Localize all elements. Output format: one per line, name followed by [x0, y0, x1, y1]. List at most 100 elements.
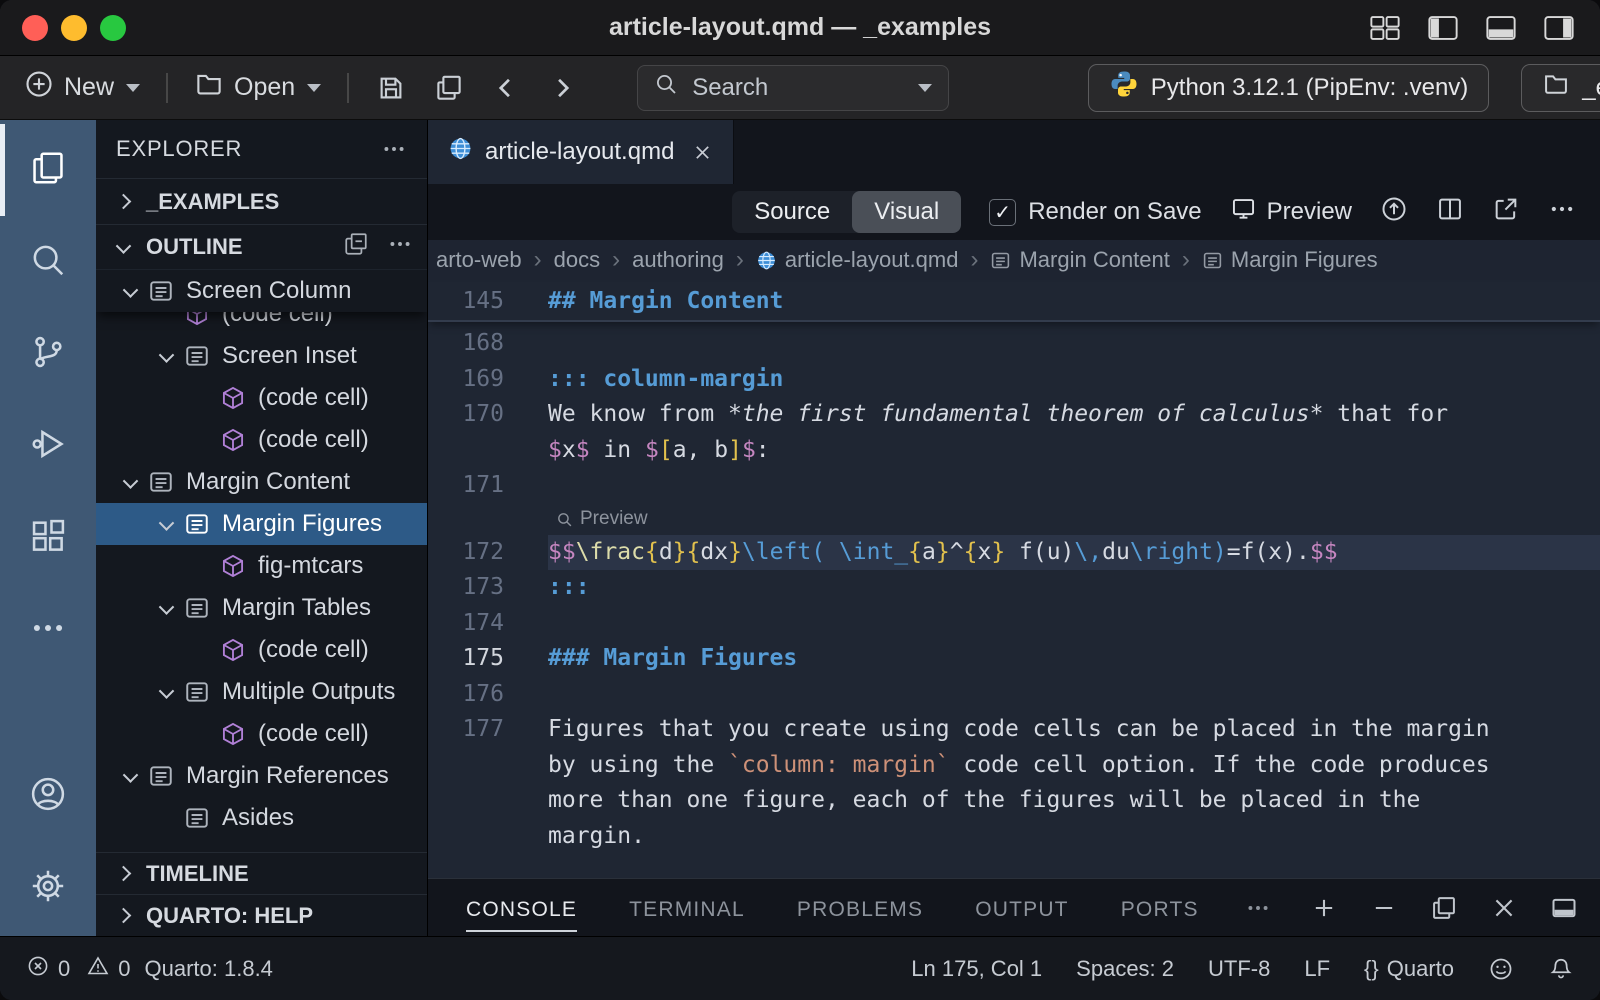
- quarto-version-status[interactable]: Quarto: 1.8.4: [145, 956, 273, 982]
- activity-extensions[interactable]: [0, 492, 96, 584]
- minimize-panel-icon[interactable]: [1370, 894, 1398, 922]
- breadcrumb-item-docs[interactable]: docs: [554, 247, 600, 273]
- feedback-smiley-icon[interactable]: [1488, 956, 1514, 982]
- chevron-down-icon[interactable]: [148, 603, 184, 614]
- section-timeline[interactable]: TIMELINE: [96, 852, 427, 894]
- forward-icon[interactable]: [541, 74, 583, 102]
- source-mode-button[interactable]: Source: [732, 191, 852, 233]
- breadcrumb-item-authoring[interactable]: authoring: [632, 247, 724, 273]
- section-quarto-help[interactable]: QUARTO: HELP: [96, 894, 427, 936]
- codelens-preview[interactable]: Preview: [556, 504, 1600, 535]
- tab-article-layout-qmd[interactable]: article-layout.qmd: [428, 120, 734, 184]
- collapse-all-icon[interactable]: [343, 231, 369, 263]
- outline-item-code-cell[interactable]: (code cell): [96, 377, 427, 419]
- chevron-down-icon[interactable]: [112, 286, 148, 297]
- panel-tab-console[interactable]: CONSOLE: [466, 884, 577, 932]
- indentation-status[interactable]: Spaces: 2: [1076, 956, 1174, 982]
- code-editor[interactable]: 145## Margin Content168169::: column-mar…: [428, 280, 1600, 878]
- interpreter-selector[interactable]: Python 3.12.1 (PipEnv: .venv): [1088, 64, 1490, 112]
- outline-item-screen-inset[interactable]: Screen Inset: [96, 335, 427, 377]
- layout-bottom-panel-icon[interactable]: [1486, 15, 1516, 41]
- close-window-button[interactable]: [22, 15, 48, 41]
- code-line-177[interactable]: 177Figures that you create using code ce…: [428, 712, 1600, 748]
- outline-item-margin-content[interactable]: Margin Content: [96, 461, 427, 503]
- render-on-save-checkbox[interactable]: ✓ Render on Save: [989, 198, 1201, 226]
- close-panel-icon[interactable]: [1490, 894, 1518, 922]
- save-all-icon[interactable]: [427, 73, 471, 103]
- code-line-176[interactable]: 176: [428, 677, 1600, 713]
- activity-more[interactable]: [0, 584, 96, 676]
- code-line-173[interactable]: 173:::: [428, 570, 1600, 606]
- back-icon[interactable]: [485, 74, 527, 102]
- section-examples[interactable]: _EXAMPLES: [96, 178, 427, 224]
- code-line-168[interactable]: 168: [428, 326, 1600, 362]
- layout-grid-icon[interactable]: [1370, 15, 1400, 41]
- outline-item-margin-figures[interactable]: Margin Figures: [96, 503, 427, 545]
- breadcrumb-item-margin-content[interactable]: Margin Content: [990, 247, 1169, 273]
- outline-item-code-cell[interactable]: (code cell): [96, 713, 427, 755]
- code-line-174[interactable]: 174: [428, 606, 1600, 642]
- more-actions-icon[interactable]: [1548, 195, 1576, 230]
- outline-item-fig-mtcars[interactable]: fig-mtcars: [96, 545, 427, 587]
- activity-settings[interactable]: [0, 842, 96, 934]
- outline-item-code-cell[interactable]: (code cell): [96, 419, 427, 461]
- panel-tab-output[interactable]: OUTPUT: [975, 884, 1069, 932]
- section-outline[interactable]: OUTLINE: [96, 224, 427, 270]
- chevron-down-icon[interactable]: [148, 687, 184, 698]
- panel-tab-terminal[interactable]: TERMINAL: [629, 884, 745, 932]
- language-mode-status[interactable]: {} Quarto: [1364, 956, 1454, 982]
- panel-more-icon[interactable]: [1245, 895, 1271, 921]
- code-line-170[interactable]: 170We know from *the first fundamental t…: [428, 397, 1600, 433]
- outline-item-multiple-outputs[interactable]: Multiple Outputs: [96, 671, 427, 713]
- outline-item-asides[interactable]: Asides: [96, 797, 427, 839]
- cursor-position-status[interactable]: Ln 175, Col 1: [911, 956, 1042, 982]
- outline-item-code-cell[interactable]: (code cell): [96, 629, 427, 671]
- add-console-icon[interactable]: [1310, 894, 1338, 922]
- breadcrumb-item-arto-web[interactable]: arto-web: [436, 247, 522, 273]
- problems-status[interactable]: 0 0: [26, 954, 131, 984]
- outline-item-margin-tables[interactable]: Margin Tables: [96, 587, 427, 629]
- code-line-wrap[interactable]: more than one figure, each of the figure…: [428, 783, 1600, 819]
- layout-right-panel-icon[interactable]: [1544, 15, 1574, 41]
- code-line-145[interactable]: 145## Margin Content: [428, 282, 1600, 322]
- code-line-169[interactable]: 169::: column-margin: [428, 362, 1600, 398]
- visual-mode-button[interactable]: Visual: [852, 191, 961, 233]
- outline-item-screen-column[interactable]: Screen Column: [96, 270, 427, 312]
- activity-account[interactable]: [0, 750, 96, 842]
- code-line-172[interactable]: 172$$\frac{d}{dx}\left( \int_{a}^{x} f(u…: [428, 535, 1600, 571]
- new-button[interactable]: New: [18, 65, 146, 110]
- save-icon[interactable]: [369, 73, 413, 103]
- workspace-button[interactable]: _e: [1521, 64, 1600, 112]
- open-external-icon[interactable]: [1492, 195, 1520, 230]
- publish-icon[interactable]: [1380, 195, 1408, 230]
- chevron-down-icon[interactable]: [148, 519, 184, 530]
- zoom-window-button[interactable]: [100, 15, 126, 41]
- code-line-wrap[interactable]: margin.: [428, 819, 1600, 855]
- notifications-bell-icon[interactable]: [1548, 956, 1574, 982]
- code-line-171[interactable]: 171: [428, 468, 1600, 504]
- breadcrumb-item-article-layout-qmd[interactable]: article-layout.qmd: [756, 247, 959, 273]
- preview-button[interactable]: Preview: [1230, 195, 1352, 229]
- activity-search[interactable]: [0, 216, 96, 308]
- layout-left-panel-icon[interactable]: [1428, 15, 1458, 41]
- code-line-wrap[interactable]: $x$ in $[a, b]$:: [428, 433, 1600, 469]
- chevron-down-icon[interactable]: [112, 771, 148, 782]
- outline-more-icon[interactable]: [387, 231, 413, 263]
- chevron-down-icon[interactable]: [112, 477, 148, 488]
- activity-run-debug[interactable]: [0, 400, 96, 492]
- panel-layout-icon[interactable]: [1550, 894, 1578, 922]
- outline-item-margin-references[interactable]: Margin References: [96, 755, 427, 797]
- search-input[interactable]: Search: [637, 65, 949, 111]
- activity-source-control[interactable]: [0, 308, 96, 400]
- activity-explorer[interactable]: [0, 124, 96, 216]
- panel-tab-ports[interactable]: PORTS: [1121, 884, 1199, 932]
- code-line-175[interactable]: 175### Margin Figures: [428, 641, 1600, 677]
- panel-tab-problems[interactable]: PROBLEMS: [797, 884, 923, 932]
- code-line-wrap[interactable]: by using the `column: margin` code cell …: [428, 748, 1600, 784]
- breadcrumb-item-margin-figures[interactable]: Margin Figures: [1202, 247, 1378, 273]
- open-button[interactable]: Open: [188, 65, 327, 110]
- restore-panel-icon[interactable]: [1430, 894, 1458, 922]
- close-tab-icon[interactable]: [692, 142, 713, 163]
- minimize-window-button[interactable]: [61, 15, 87, 41]
- explorer-more-icon[interactable]: [381, 136, 407, 162]
